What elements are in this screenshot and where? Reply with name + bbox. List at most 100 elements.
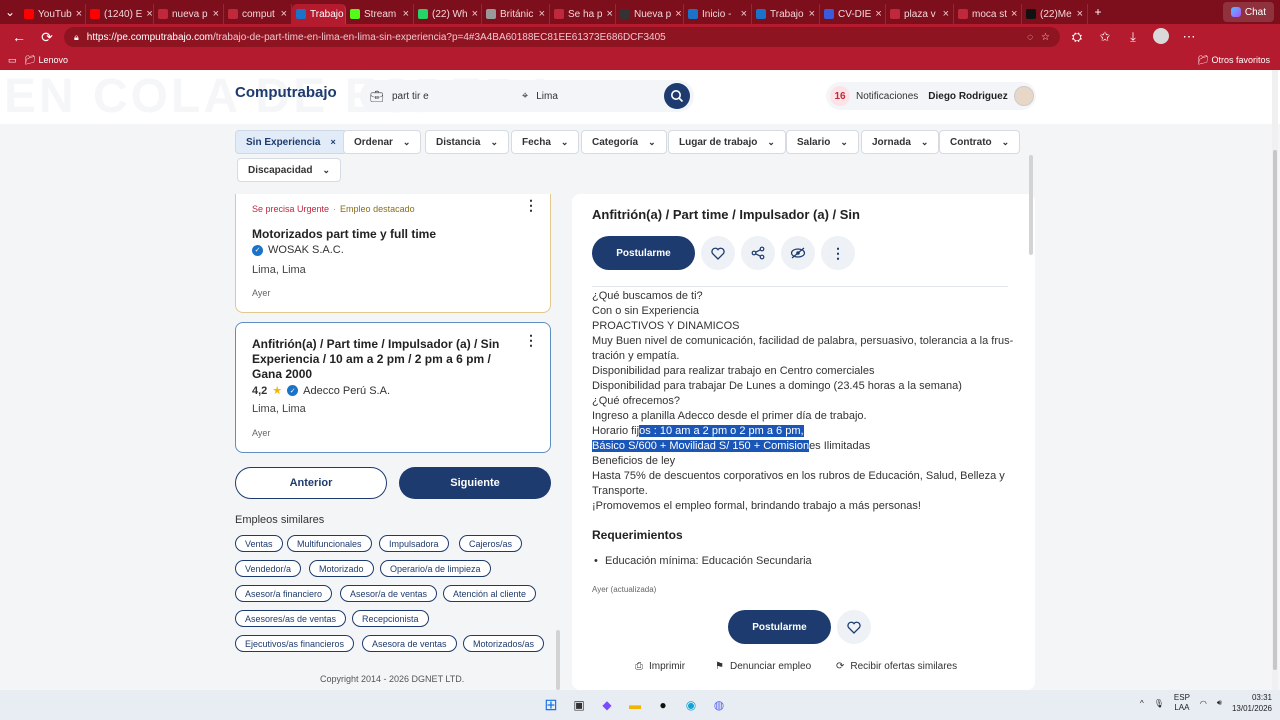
hide-offer-button[interactable] bbox=[781, 236, 815, 270]
notifications-badge[interactable]: 16 bbox=[830, 86, 850, 106]
share-button[interactable] bbox=[741, 236, 775, 270]
url-field[interactable]: 🔒︎ https://pe.computrabajo.com/trabajo-d… bbox=[64, 27, 1060, 47]
browser-tab[interactable]: Se ha p × bbox=[550, 4, 616, 24]
notifications-link[interactable]: Notificaciones bbox=[856, 91, 918, 102]
tab-close-icon[interactable]: × bbox=[943, 8, 949, 20]
collections-icon[interactable]: ▭ bbox=[8, 55, 17, 66]
filter-jornada[interactable]: Jornada ⌄ bbox=[861, 130, 940, 154]
user-name[interactable]: Diego Rodriguez bbox=[928, 91, 1007, 102]
company-name[interactable]: Adecco Perú S.A. bbox=[303, 385, 390, 397]
tab-close-icon[interactable]: × bbox=[76, 8, 82, 20]
detail-scrollbar[interactable] bbox=[1029, 155, 1033, 255]
location-input-value[interactable]: Lima bbox=[536, 91, 558, 102]
filter-contrato[interactable]: Contrato ⌄ bbox=[939, 130, 1021, 154]
keyword-input-value[interactable]: part tir e bbox=[392, 91, 429, 102]
tab-close-icon[interactable]: × bbox=[675, 8, 681, 20]
company-name[interactable]: WOSAK S.A.C. bbox=[268, 244, 344, 256]
kebab-menu-icon[interactable]: ⋮ bbox=[524, 198, 538, 212]
browser-tab[interactable]: Inicio - × bbox=[684, 4, 752, 24]
similar-job-chip[interactable]: Asesores/as de ventas bbox=[235, 610, 347, 627]
more-menu-icon[interactable]: ⋯ bbox=[1178, 29, 1200, 45]
edge-icon[interactable]: ◉ bbox=[680, 694, 702, 716]
browser-tab[interactable]: (1240) E × bbox=[86, 4, 154, 24]
browser-tab[interactable]: Británic × bbox=[482, 4, 550, 24]
browser-tab[interactable]: (22) Wh × bbox=[414, 4, 482, 24]
similar-job-chip[interactable]: Cajeros/as bbox=[459, 535, 523, 552]
tab-close-icon[interactable]: × bbox=[741, 8, 747, 20]
browser-tab[interactable]: CV-DIE × bbox=[820, 4, 886, 24]
computrabajo-logo[interactable]: Computrabajo bbox=[235, 84, 337, 101]
filter-categor-a[interactable]: Categoría ⌄ bbox=[581, 130, 667, 154]
similar-job-chip[interactable]: Impulsadora bbox=[379, 535, 449, 552]
tab-close-icon[interactable]: × bbox=[606, 8, 612, 20]
browser-tab[interactable]: YouTub × bbox=[20, 4, 86, 24]
tab-list-chevron-icon[interactable]: ⌄ bbox=[0, 5, 20, 19]
favorite-star-icon[interactable]: ☆ bbox=[1041, 32, 1050, 43]
report-link[interactable]: ⚑ Denunciar empleo bbox=[715, 661, 811, 672]
browser-tab[interactable]: (22)Me × bbox=[1022, 4, 1088, 24]
keyword-field[interactable]: 💼︎ part tir e bbox=[360, 90, 510, 103]
reload-icon[interactable]: ⟳ bbox=[36, 29, 58, 46]
browser-tab[interactable]: Trabajo × bbox=[752, 4, 820, 24]
job-title[interactable]: Anfitrión(a) / Part time / Impulsador (a… bbox=[252, 337, 522, 382]
similar-job-chip[interactable]: Asesor/a de ventas bbox=[340, 585, 438, 602]
apply-button[interactable]: Postularme bbox=[592, 236, 695, 270]
tab-close-icon[interactable]: × bbox=[281, 8, 287, 20]
kebab-menu-icon[interactable]: ⋮ bbox=[524, 333, 538, 347]
job-card[interactable]: Se precisa Urgente · Empleo destacado ⋮ Mo… bbox=[235, 194, 551, 313]
job-card-selected[interactable]: ⋮ Anfitrión(a) / Part time / Impulsador … bbox=[235, 322, 551, 453]
filter-lugar-de-trabajo[interactable]: Lugar de trabajo ⌄ bbox=[668, 130, 786, 154]
browser-tab[interactable]: moca st × bbox=[954, 4, 1022, 24]
similar-job-chip[interactable]: Ventas bbox=[235, 535, 283, 552]
similar-job-chip[interactable]: Operario/a de limpieza bbox=[380, 560, 491, 577]
profile-avatar[interactable] bbox=[1150, 27, 1172, 47]
print-link[interactable]: ⎙ Imprimir bbox=[635, 661, 685, 672]
downloads-icon[interactable]: ⤓ bbox=[1122, 29, 1144, 45]
browser-tab[interactable]: Nueva p × bbox=[616, 4, 684, 24]
apply-button-bottom[interactable]: Postularme bbox=[728, 610, 831, 644]
language-indicator[interactable]: ESP LAA bbox=[1174, 693, 1190, 713]
windows-start-icon[interactable]: ⊞ bbox=[540, 694, 562, 716]
similar-job-chip[interactable]: Asesora de ventas bbox=[362, 635, 457, 652]
tab-close-icon[interactable]: × bbox=[1011, 8, 1017, 20]
file-explorer-icon[interactable]: ▬ bbox=[624, 694, 646, 716]
similar-job-chip[interactable]: Atención al cliente bbox=[443, 585, 537, 602]
back-arrow-icon[interactable]: ← bbox=[8, 29, 30, 45]
similar-job-chip[interactable]: Motorizados/as bbox=[463, 635, 545, 652]
browser-tab[interactable]: Stream × bbox=[346, 4, 414, 24]
similar-job-chip[interactable]: Motorizado bbox=[309, 560, 374, 577]
tray-chevron-icon[interactable]: ^ bbox=[1140, 699, 1144, 708]
reader-icon[interactable]: ◌ bbox=[1027, 32, 1033, 43]
task-view-icon[interactable]: ▣ bbox=[568, 694, 590, 716]
filter-fecha[interactable]: Fecha ⌄ bbox=[511, 130, 580, 154]
browser-tab[interactable]: plaza v × bbox=[886, 4, 954, 24]
filter-salario[interactable]: Salario ⌄ bbox=[786, 130, 859, 154]
tab-close-icon[interactable]: × bbox=[146, 8, 152, 20]
clock[interactable]: 03:31 13/01/2026 bbox=[1232, 692, 1272, 714]
github-icon[interactable]: ● bbox=[652, 694, 674, 716]
tab-close-icon[interactable]: × bbox=[875, 8, 881, 20]
favorite-lenovo[interactable]: 📁︎ Lenovo bbox=[25, 55, 68, 66]
volume-icon[interactable]: 🔊︎ bbox=[1217, 698, 1222, 708]
chat-button[interactable]: Chat bbox=[1222, 2, 1274, 22]
browser-tab[interactable]: comput × bbox=[224, 4, 292, 24]
similar-job-chip[interactable]: Multifuncionales bbox=[287, 535, 372, 552]
filter-discapacidad[interactable]: Discapacidad ⌄ bbox=[237, 158, 342, 182]
microphone-icon[interactable]: 🎙︎ bbox=[1154, 699, 1164, 708]
favorites-icon[interactable]: ✩ bbox=[1094, 29, 1116, 45]
copilot-app-icon[interactable]: ◆ bbox=[596, 694, 618, 716]
similar-job-chip[interactable]: Ejecutivos/as financieros bbox=[235, 635, 355, 652]
filter-ordenar[interactable]: Ordenar ⌄ bbox=[343, 130, 422, 154]
save-heart-button-bottom[interactable] bbox=[837, 610, 871, 644]
tab-close-icon[interactable]: × bbox=[1077, 8, 1083, 20]
similar-offers-link[interactable]: ⟳ Recibir ofertas similares bbox=[836, 661, 957, 672]
location-field[interactable]: ⌖ Lima bbox=[510, 90, 650, 103]
job-title[interactable]: Motorizados part time y full time bbox=[252, 227, 436, 242]
search-button[interactable] bbox=[664, 83, 690, 109]
filter-distancia[interactable]: Distancia ⌄ bbox=[425, 130, 510, 154]
filter-sin-experiencia[interactable]: Sin Experiencia × bbox=[235, 130, 347, 154]
left-column-scrollbar[interactable] bbox=[556, 630, 560, 690]
tab-close-icon[interactable]: × bbox=[403, 8, 409, 20]
page-scrollbar[interactable] bbox=[1272, 70, 1278, 690]
wifi-icon[interactable]: ◠ bbox=[1200, 699, 1207, 708]
